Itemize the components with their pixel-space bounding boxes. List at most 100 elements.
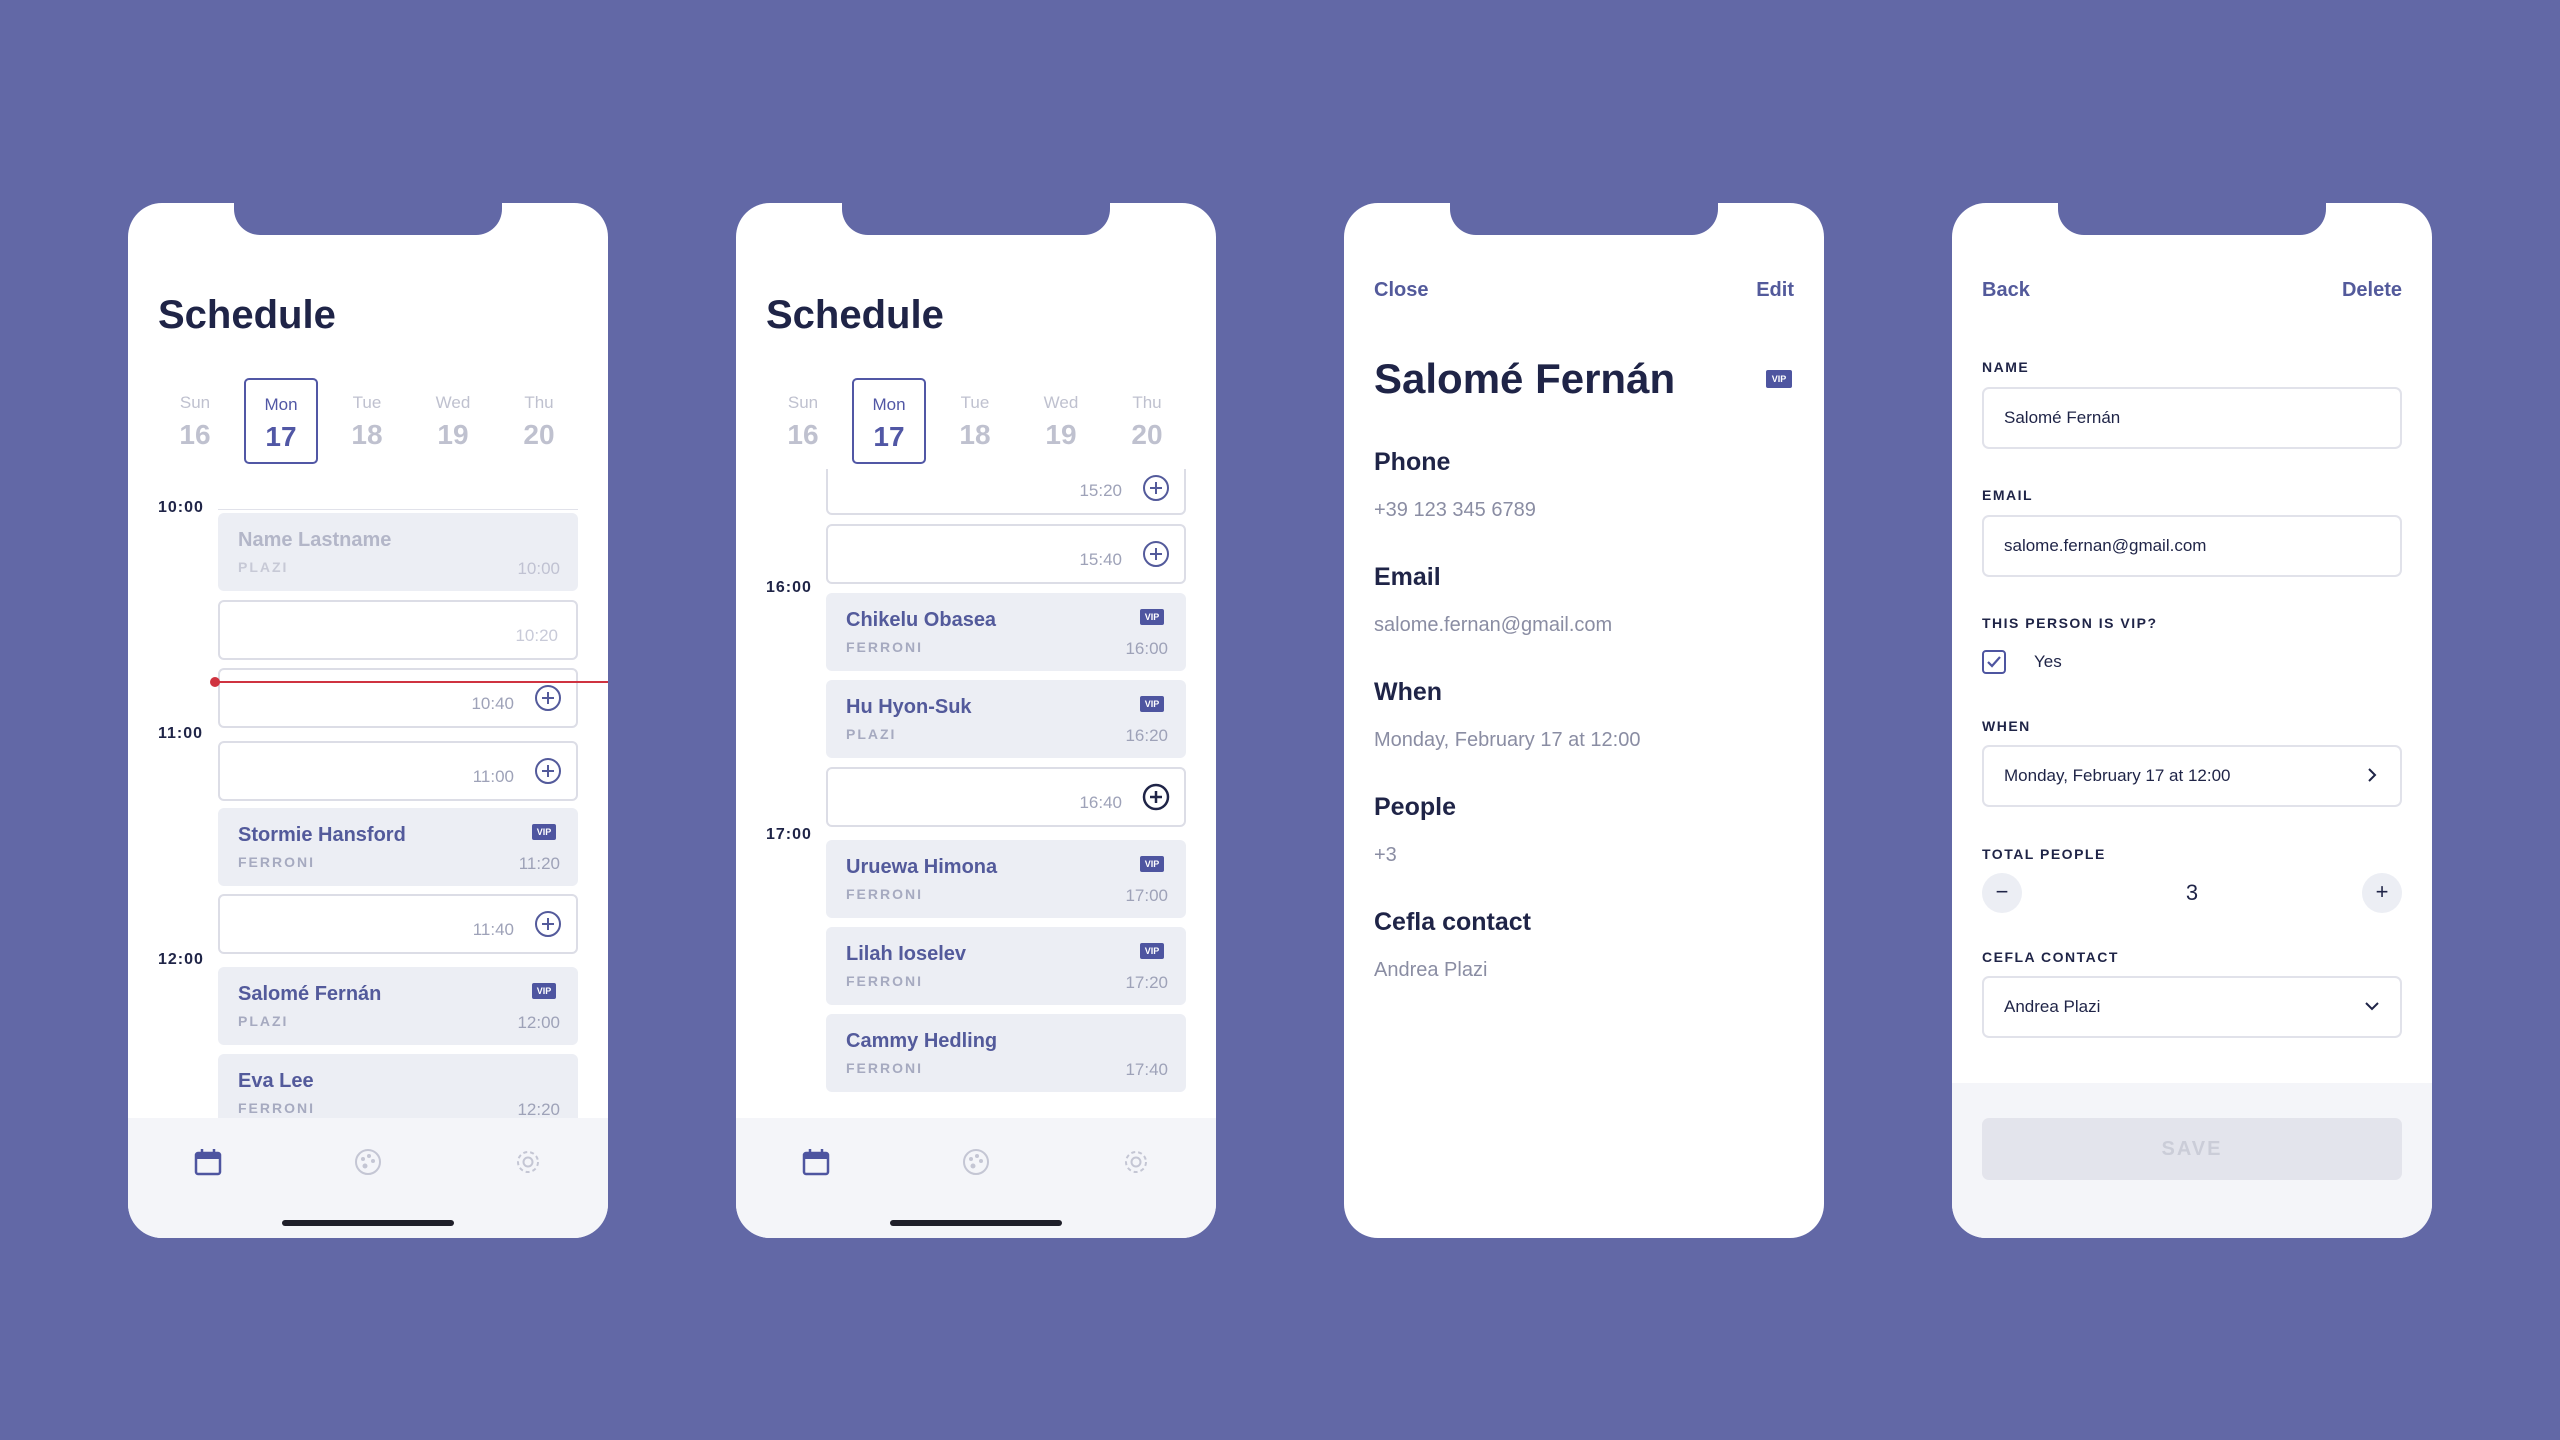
- appointment-slot[interactable]: Hu Hyon-Suk PLAZI VIP 16:20: [826, 680, 1186, 758]
- increment-button[interactable]: +: [2362, 873, 2402, 913]
- day-thu[interactable]: Thu 20: [502, 378, 576, 464]
- appointment-name: Stormie Hansford: [238, 824, 406, 846]
- current-time-line: [214, 681, 608, 683]
- plus-circle-icon[interactable]: [534, 684, 562, 712]
- hour-label: 12:00: [158, 951, 204, 968]
- appointment-name: Eva Lee: [238, 1070, 314, 1092]
- plus-circle-icon[interactable]: [1142, 783, 1170, 811]
- when-value: Monday, February 17 at 12:00: [2004, 766, 2231, 785]
- palette-icon[interactable]: [960, 1146, 992, 1178]
- edit-button[interactable]: Edit: [1756, 279, 1794, 302]
- day-name: Tue: [960, 393, 990, 412]
- phone-value[interactable]: +39 123 345 6789: [1374, 499, 1536, 522]
- day-selector: Sun 16 Mon 17 Tue 18 Wed 19 Thu 20: [158, 378, 578, 468]
- empty-slot[interactable]: 10:20: [218, 600, 578, 660]
- day-date: 17: [265, 421, 297, 452]
- day-name: Wed: [1043, 393, 1079, 412]
- appointment-location: FERRONI: [846, 973, 923, 989]
- appointment-slot[interactable]: Stormie Hansford FERRONI VIP 11:20: [218, 808, 578, 886]
- appointment-location: PLAZI: [846, 726, 897, 742]
- plus-circle-icon[interactable]: [1142, 474, 1170, 502]
- vip-yes-label[interactable]: Yes: [2034, 652, 2062, 672]
- appointment-slot[interactable]: Chikelu Obasea FERRONI VIP 16:00: [826, 593, 1186, 671]
- checkbox-checked-icon[interactable]: [1982, 650, 2006, 674]
- day-sun[interactable]: Sun 16: [766, 378, 840, 464]
- appointment-time: 17:00: [1125, 886, 1168, 905]
- calendar-icon[interactable]: [800, 1146, 832, 1178]
- calendar-icon[interactable]: [192, 1146, 224, 1178]
- close-button[interactable]: Close: [1374, 279, 1428, 302]
- day-tue[interactable]: Tue 18: [330, 378, 404, 464]
- name-field[interactable]: Salomé Fernán: [1982, 387, 2402, 449]
- appointment-time: 12:00: [517, 1013, 560, 1032]
- hour-label: 10:00: [158, 499, 204, 516]
- appointment-slot[interactable]: Cammy Hedling FERRONI 17:40: [826, 1014, 1186, 1092]
- day-date: 17: [873, 421, 905, 452]
- appointment-slot[interactable]: Salomé Fernán PLAZI VIP 12:00: [218, 967, 578, 1045]
- day-date: 19: [437, 419, 469, 450]
- day-wed[interactable]: Wed 19: [416, 378, 490, 464]
- hour-label: 11:00: [158, 725, 204, 742]
- appointment-name: Chikelu Obasea: [846, 609, 997, 631]
- palette-icon[interactable]: [352, 1146, 384, 1178]
- day-tue[interactable]: Tue 18: [938, 378, 1012, 464]
- contact-value: Andrea Plazi: [1374, 959, 1488, 981]
- day-date: 18: [351, 419, 383, 450]
- day-selector: Sun 16 Mon 17 Tue 18 Wed 19 Thu 20: [766, 378, 1186, 468]
- day-name: Sun: [179, 393, 211, 412]
- appointment-name: Cammy Hedling: [846, 1030, 998, 1052]
- email-value[interactable]: salome.fernan@gmail.com: [1374, 614, 1612, 637]
- tab-bar: [736, 1118, 1216, 1238]
- phone-notch: [1450, 203, 1718, 235]
- back-button[interactable]: Back: [1982, 279, 2030, 302]
- hour-label: 17:00: [766, 826, 812, 843]
- day-thu[interactable]: Thu 20: [1110, 378, 1184, 464]
- plus-circle-icon[interactable]: [534, 910, 562, 938]
- slot-time: 10:20: [515, 626, 558, 645]
- day-mon-selected[interactable]: Mon 17: [852, 378, 926, 464]
- slot-time: 11:00: [472, 767, 514, 786]
- page-title: Schedule: [766, 293, 944, 337]
- empty-slot[interactable]: 11:40: [218, 894, 578, 954]
- vip-badge: VIP: [1140, 943, 1164, 959]
- empty-slot[interactable]: 16:40: [826, 767, 1186, 827]
- delete-button[interactable]: Delete: [2342, 279, 2402, 302]
- appointment-time: 16:20: [1125, 726, 1168, 745]
- plus-circle-icon[interactable]: [1142, 540, 1170, 568]
- settings-icon[interactable]: [1120, 1146, 1152, 1178]
- empty-slot[interactable]: 15:20: [826, 469, 1186, 515]
- contact-value: Andrea Plazi: [2004, 997, 2101, 1016]
- email-field[interactable]: salome.fernan@gmail.com: [1982, 515, 2402, 577]
- vip-badge: VIP: [1140, 856, 1164, 872]
- appointment-time: 17:40: [1125, 1060, 1168, 1079]
- appointment-slot[interactable]: Uruewa Himona FERRONI VIP 17:00: [826, 840, 1186, 918]
- empty-slot[interactable]: 11:00: [218, 741, 578, 801]
- vip-badge: VIP: [1140, 609, 1164, 625]
- appointment-name: Name Lastname: [238, 529, 392, 551]
- settings-icon[interactable]: [512, 1146, 544, 1178]
- appointment-time: 12:20: [517, 1100, 560, 1119]
- day-date: 18: [959, 419, 991, 450]
- appointment-time: 16:00: [1125, 639, 1168, 658]
- appointment-name: Salomé Fernán: [238, 983, 382, 1005]
- plus-circle-icon[interactable]: [534, 757, 562, 785]
- day-wed[interactable]: Wed 19: [1024, 378, 1098, 464]
- when-picker[interactable]: Monday, February 17 at 12:00: [1982, 745, 2402, 807]
- contact-select[interactable]: Andrea Plazi: [1982, 976, 2402, 1038]
- phone-label: Phone: [1374, 448, 1451, 476]
- day-name: Thu: [524, 393, 554, 412]
- when-label: When: [1374, 678, 1443, 706]
- appointment-slot[interactable]: Lilah Ioselev FERRONI VIP 17:20: [826, 927, 1186, 1005]
- day-sun[interactable]: Sun 16: [158, 378, 232, 464]
- save-button[interactable]: SAVE: [1982, 1118, 2402, 1180]
- empty-slot[interactable]: 10:40: [218, 668, 578, 728]
- appointment-slot[interactable]: Name Lastname PLAZI 10:00: [218, 513, 578, 591]
- day-mon-selected[interactable]: Mon 17: [244, 378, 318, 464]
- empty-slot[interactable]: 15:40: [826, 524, 1186, 584]
- slot-time: 16:40: [1079, 793, 1122, 812]
- email-label: EMAIL: [1982, 487, 2034, 503]
- page-title: Schedule: [158, 293, 336, 337]
- people-count: 3: [2185, 880, 2199, 905]
- people-value: +3: [1374, 844, 1397, 866]
- home-indicator: [890, 1220, 1062, 1226]
